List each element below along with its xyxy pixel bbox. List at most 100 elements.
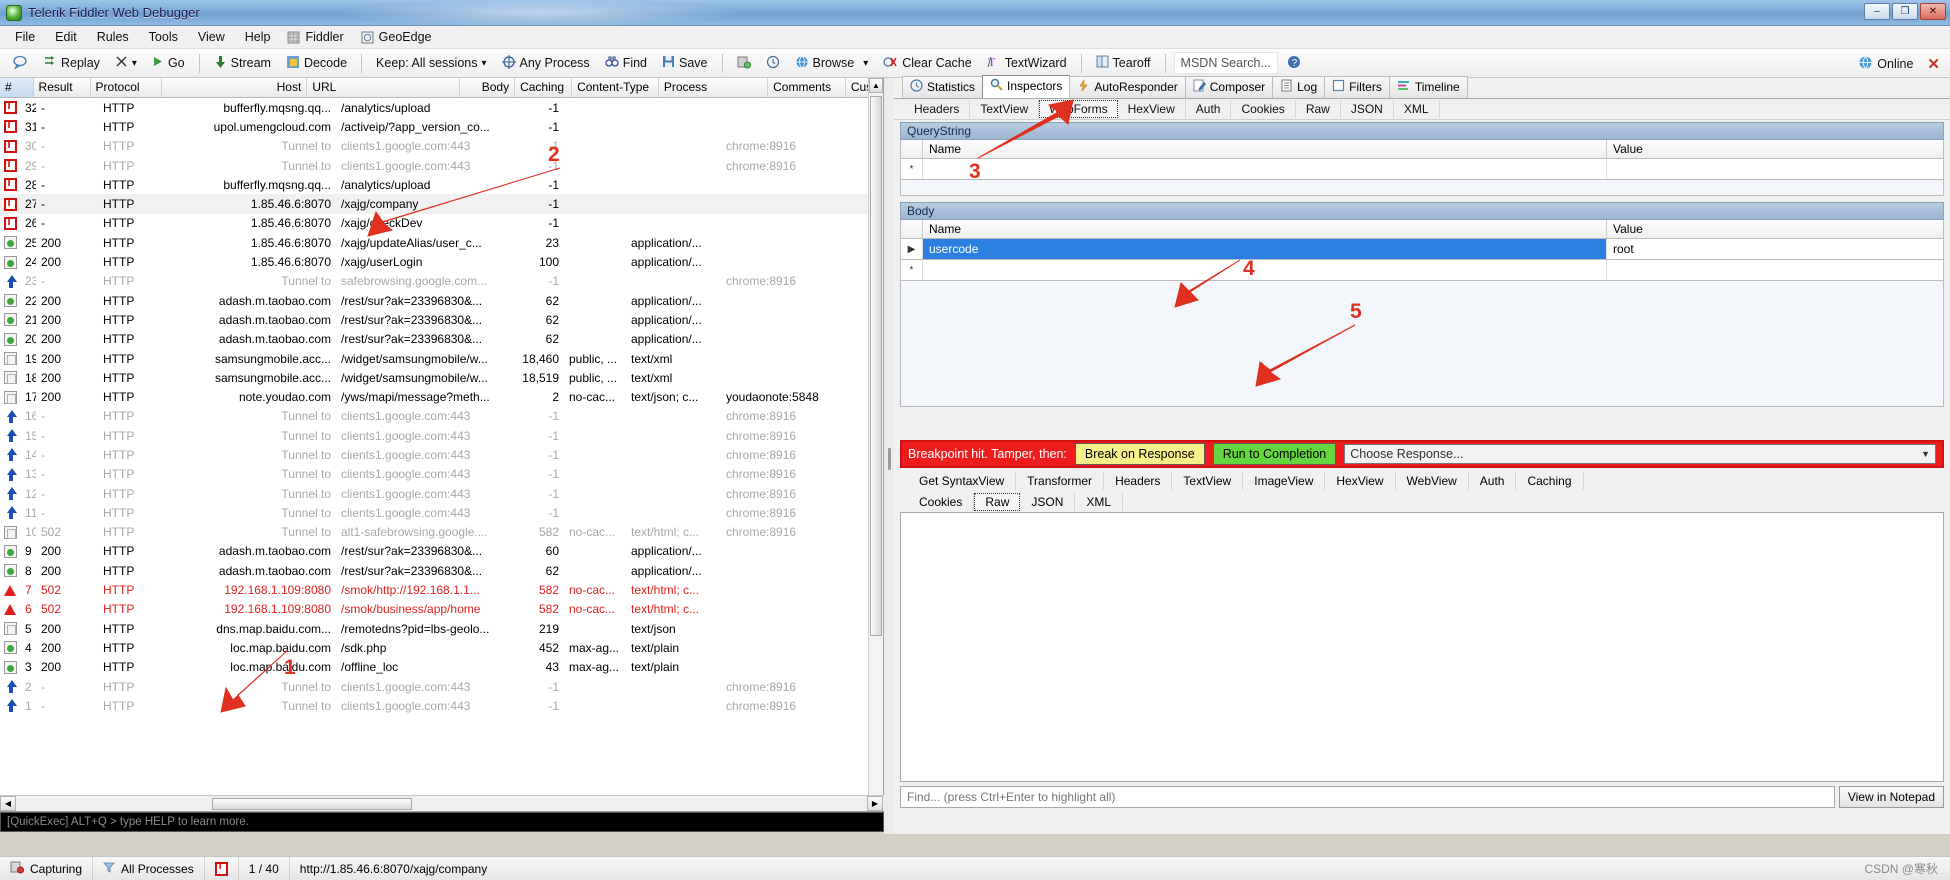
- body-value-header[interactable]: Value: [1607, 220, 1943, 238]
- decode-button[interactable]: Decode: [280, 52, 353, 75]
- column-header-body[interactable]: Body: [460, 78, 516, 97]
- process-filter-status[interactable]: All Processes: [93, 856, 205, 880]
- find-input[interactable]: Find... (press Ctrl+Enter to highlight a…: [900, 786, 1835, 808]
- querystring-value-header[interactable]: Value: [1607, 140, 1943, 158]
- maximize-button[interactable]: ❐: [1892, 3, 1918, 20]
- table-row[interactable]: 16- HTTP Tunnel to clients1.google.com:443 -…: [0, 407, 883, 426]
- msdn-search-input[interactable]: MSDN Search...: [1173, 52, 1278, 74]
- timeline-clock-button[interactable]: [760, 52, 786, 75]
- scroll-left-button[interactable]: ◀: [0, 796, 16, 811]
- response-tabs-row-2[interactable]: Cookies Raw JSON XML: [900, 491, 1944, 512]
- response-tab-auth[interactable]: Auth: [1469, 471, 1517, 490]
- table-row[interactable]: 10 502 HTTP Tunnel to alt1-safebrowsing.goog…: [0, 523, 883, 542]
- table-row[interactable]: 18 200 HTTP samsungmobile.acc... /widget/sam…: [0, 368, 883, 387]
- column-header-protocol[interactable]: Protocol: [91, 78, 162, 97]
- table-row[interactable]: 24 200 HTTP 1.85.46.6:8070/xajg/userLogin 10…: [0, 252, 883, 271]
- table-row[interactable]: 25 200 HTTP 1.85.46.6:8070/xajg/updateAlias…: [0, 233, 883, 252]
- table-row[interactable]: 4 200 HTTP loc.map.baidu.com/sdk.php 452 max-…: [0, 638, 883, 657]
- textwizard-button[interactable]: T TextWizard: [981, 52, 1073, 75]
- tab-statistics[interactable]: Statistics: [902, 76, 984, 98]
- quickexec-box[interactable]: [QuickExec] ALT+Q > type HELP to learn m…: [0, 812, 884, 832]
- table-row[interactable]: 30-HTTPTunnel toclients1.google.com:443-…: [0, 137, 883, 156]
- querystring-row-value[interactable]: [1607, 159, 1943, 179]
- column-header-url[interactable]: URL: [307, 78, 460, 97]
- request-tab-cookies[interactable]: Cookies: [1231, 100, 1296, 118]
- scroll-up-button[interactable]: ▲: [869, 78, 883, 93]
- response-tab-textview[interactable]: TextView: [1172, 471, 1244, 490]
- menu-tools[interactable]: Tools: [140, 27, 187, 47]
- keep-sessions-dropdown[interactable]: Keep: All sessions ▾: [370, 53, 492, 73]
- replay-button[interactable]: Replay: [37, 52, 106, 74]
- response-tab-get-syntaxview[interactable]: Get SyntaxView: [908, 471, 1017, 490]
- browse-button[interactable]: Browse ▾: [789, 52, 875, 75]
- sessions-rows[interactable]: 32-HTTPbufferfly.mqsng.qq.../analytics/u…: [0, 98, 883, 788]
- break-on-response-button[interactable]: Break on Response: [1074, 443, 1205, 465]
- table-row[interactable]: 28- HTTP bufferfly.mqsng.qq... /analytics/u…: [0, 175, 883, 194]
- table-row[interactable]: 23- HTTP Tunnel to safebrowsing.google.com.…: [0, 272, 883, 291]
- table-row[interactable]: 14- HTTP Tunnel to clients1.google.com:443 -…: [0, 445, 883, 464]
- sessions-horizontal-scrollbar[interactable]: ◀ ▶: [0, 795, 884, 811]
- response-tab-hexview[interactable]: HexView: [1325, 471, 1396, 490]
- body-name-header[interactable]: Name: [923, 220, 1607, 238]
- tab-filters[interactable]: Filters: [1324, 76, 1390, 98]
- table-row[interactable]: 9 200 HTTP adash.m.taobao.com/rest/sur?ak=2…: [0, 542, 883, 561]
- any-process-button[interactable]: Any Process: [496, 52, 596, 75]
- clear-cache-button[interactable]: Clear Cache: [877, 52, 977, 75]
- minimize-button[interactable]: –: [1864, 3, 1890, 20]
- toolbar-close-icon[interactable]: ✕: [1927, 55, 1940, 73]
- table-row[interactable]: 2- HTTP Tunnel to clients1.google.com:443 -1…: [0, 677, 883, 696]
- capturing-status[interactable]: Capturing: [0, 856, 94, 880]
- body-row-value[interactable]: root: [1607, 239, 1943, 259]
- column-header-num[interactable]: #: [0, 78, 34, 97]
- table-row[interactable]: 11- HTTP Tunnel to clients1.google.com:443 -…: [0, 503, 883, 522]
- response-tab-cookies[interactable]: Cookies: [908, 492, 975, 511]
- close-button[interactable]: ✕: [1920, 3, 1946, 20]
- stream-button[interactable]: Stream: [208, 52, 277, 75]
- table-row[interactable]: 15- HTTP Tunnel to clients1.google.com:443 -…: [0, 426, 883, 445]
- tab-log[interactable]: Log: [1272, 76, 1326, 98]
- column-header-process[interactable]: Process: [659, 78, 769, 97]
- inspector-tab-strip[interactable]: Statistics Inspectors AutoResponder Compose…: [894, 75, 1950, 99]
- menu-geoedge[interactable]: GeoEdge: [355, 27, 441, 47]
- choose-response-dropdown[interactable]: Choose Response... ▼: [1344, 444, 1936, 464]
- body-row-name[interactable]: usercode: [923, 239, 1607, 259]
- column-header-host[interactable]: Host: [162, 78, 308, 97]
- body-new-row-name[interactable]: [923, 260, 1607, 280]
- response-tab-headers[interactable]: Headers: [1104, 471, 1173, 490]
- table-row[interactable]: 6 502 HTTP 192.168.1.109:8080/smok/business…: [0, 600, 883, 619]
- request-tab-headers[interactable]: Headers: [904, 100, 971, 118]
- column-header-content-type[interactable]: Content-Type: [572, 78, 659, 97]
- querystring-row-name[interactable]: [923, 159, 1607, 179]
- table-row[interactable]: 20 200 HTTP adash.m.taobao.com/rest/sur?ak=…: [0, 330, 883, 349]
- view-in-notepad-button[interactable]: View in Notepad: [1838, 786, 1944, 808]
- table-row[interactable]: 1- HTTP Tunnel to clients1.google.com:443 -1…: [0, 696, 883, 715]
- request-tab-textview[interactable]: TextView: [970, 100, 1040, 118]
- online-status-button[interactable]: Online: [1852, 52, 1919, 76]
- response-tab-raw[interactable]: Raw: [974, 492, 1021, 511]
- menu-fiddler[interactable]: Fiddler: [281, 27, 352, 47]
- request-tab-raw[interactable]: Raw: [1296, 100, 1341, 118]
- response-tab-caching[interactable]: Caching: [1516, 471, 1584, 490]
- table-row[interactable]: 29-HTTPTunnel toclients1.google.com:443-…: [0, 156, 883, 175]
- response-tab-json[interactable]: JSON: [1020, 492, 1076, 511]
- tab-composer[interactable]: Composer: [1184, 76, 1274, 98]
- table-row[interactable]: 21 200 HTTP adash.m.taobao.com/rest/sur?ak=…: [0, 310, 883, 329]
- column-header-caching[interactable]: Caching: [515, 78, 573, 97]
- request-inspector-tabs[interactable]: Headers TextView WebForms HexView Auth Cookie…: [894, 99, 1950, 120]
- go-button[interactable]: Go: [146, 52, 191, 74]
- response-body-view[interactable]: [900, 512, 1944, 782]
- sessions-list[interactable]: # Result Protocol Host URL Body Caching …: [0, 78, 884, 812]
- table-row[interactable]: 26- HTTP 1.85.46.6:8070/xajg/checkDev -1: [0, 214, 883, 233]
- querystring-name-header[interactable]: Name: [923, 140, 1607, 158]
- response-tab-transformer[interactable]: Transformer: [1016, 471, 1105, 490]
- menu-help[interactable]: Help: [236, 27, 280, 47]
- remove-button[interactable]: ▾: [109, 52, 143, 74]
- response-tab-webview[interactable]: WebView: [1396, 471, 1469, 490]
- tab-inspectors[interactable]: Inspectors: [982, 75, 1071, 98]
- request-tab-webforms[interactable]: WebForms: [1039, 100, 1118, 118]
- table-row[interactable]: 17 200 HTTP note.youdao.com/yws/mapi/messag…: [0, 387, 883, 406]
- response-tab-imageview[interactable]: ImageView: [1243, 471, 1326, 490]
- request-tab-auth[interactable]: Auth: [1186, 100, 1232, 118]
- table-row[interactable]: 12- HTTP Tunnel to clients1.google.com:443 -…: [0, 484, 883, 503]
- save-button[interactable]: Save: [656, 52, 714, 74]
